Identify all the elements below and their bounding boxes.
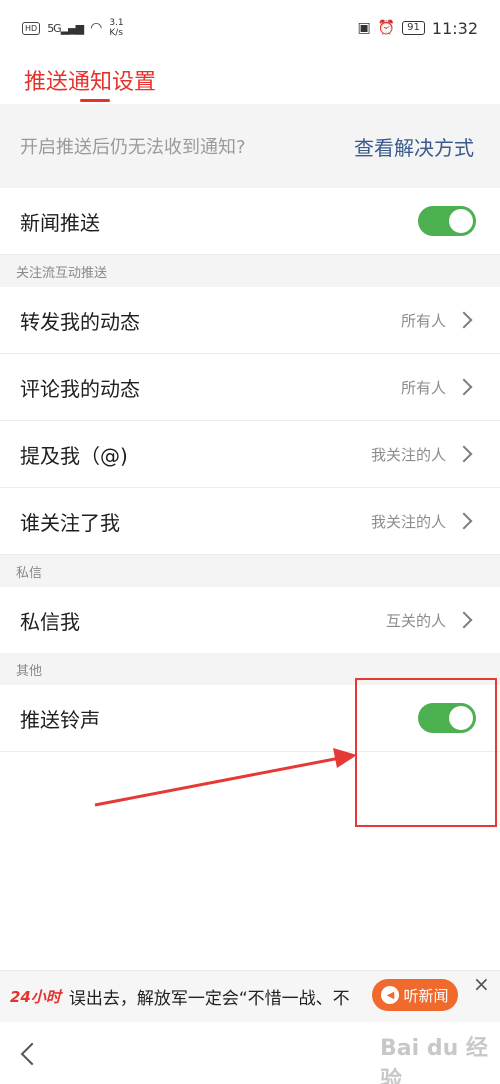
news-push-toggle[interactable]	[418, 206, 476, 236]
hd-indicator: HD	[22, 21, 41, 35]
clock: 11:32	[431, 18, 478, 38]
list-item-label: 提及我（@)	[20, 443, 128, 468]
listen-news-label: 听新闻	[403, 986, 449, 1005]
speaker-icon: ◀	[381, 986, 400, 1004]
list-item-value: 所有人	[400, 311, 446, 330]
list-item-value: 所有人	[400, 378, 446, 397]
toggle-knob	[449, 209, 473, 233]
news-push-label: 新闻推送	[20, 210, 100, 235]
list-item-mention[interactable]: 提及我（@) 我关注的人	[0, 421, 500, 488]
battery-icon: 91	[402, 21, 425, 35]
watermark: Bai du 经验	[380, 1036, 488, 1084]
notice-banner: 开启推送后仍无法收到通知? 查看解决方式	[0, 104, 500, 188]
news-logo: 24小时	[10, 988, 61, 1006]
push-ringtone-label: 推送铃声	[20, 707, 100, 732]
list-item-label: 评论我的动态	[20, 376, 140, 401]
listen-news-button[interactable]: ◀ 听新闻	[372, 979, 458, 1011]
annotation-highlight-box	[355, 678, 497, 827]
close-icon[interactable]: ×	[473, 972, 490, 996]
signal-icon: 5G▂▄▆	[47, 21, 84, 35]
network-speed: 3.1 K/s	[109, 18, 124, 38]
list-item-value: 我关注的人	[370, 512, 446, 531]
chevron-right-icon	[455, 512, 473, 530]
alarm-icon: ⏰	[377, 20, 396, 36]
section-private-header: 私信	[0, 555, 500, 587]
chevron-right-icon	[455, 311, 473, 329]
list-item-repost[interactable]: 转发我的动态 所有人	[0, 287, 500, 354]
notice-text: 开启推送后仍无法收到通知?	[20, 137, 246, 158]
wifi-icon: ◠	[90, 20, 103, 36]
nfc-icon: ▣	[357, 20, 371, 36]
chevron-right-icon	[455, 445, 473, 463]
list-item-value: 我关注的人	[370, 445, 446, 464]
list-item-comment[interactable]: 评论我的动态 所有人	[0, 354, 500, 421]
list-item-follower[interactable]: 谁关注了我 我关注的人	[0, 488, 500, 555]
list-item-label: 私信我	[20, 609, 80, 634]
chevron-right-icon	[455, 611, 473, 629]
page-title: 推送通知设置	[24, 70, 157, 95]
news-push-row: 新闻推送	[0, 188, 500, 255]
list-item-label: 谁关注了我	[20, 510, 120, 535]
list-item-value: 互关的人	[385, 611, 446, 630]
list-item-label: 转发我的动态	[20, 309, 140, 334]
section-follow-header: 关注流互动推送	[0, 255, 500, 287]
chevron-right-icon	[455, 378, 473, 396]
status-bar: HD 5G▂▄▆ ◠ 3.1 K/s ▣ ⏰ 91 11:32	[0, 0, 500, 56]
title-underline	[80, 99, 110, 102]
news-headline[interactable]: 误出去，解放军一定会“不惜一战、不	[69, 984, 389, 1009]
view-solution-link[interactable]: 查看解决方式	[354, 132, 474, 161]
list-item-private-message[interactable]: 私信我 互关的人	[0, 587, 500, 654]
